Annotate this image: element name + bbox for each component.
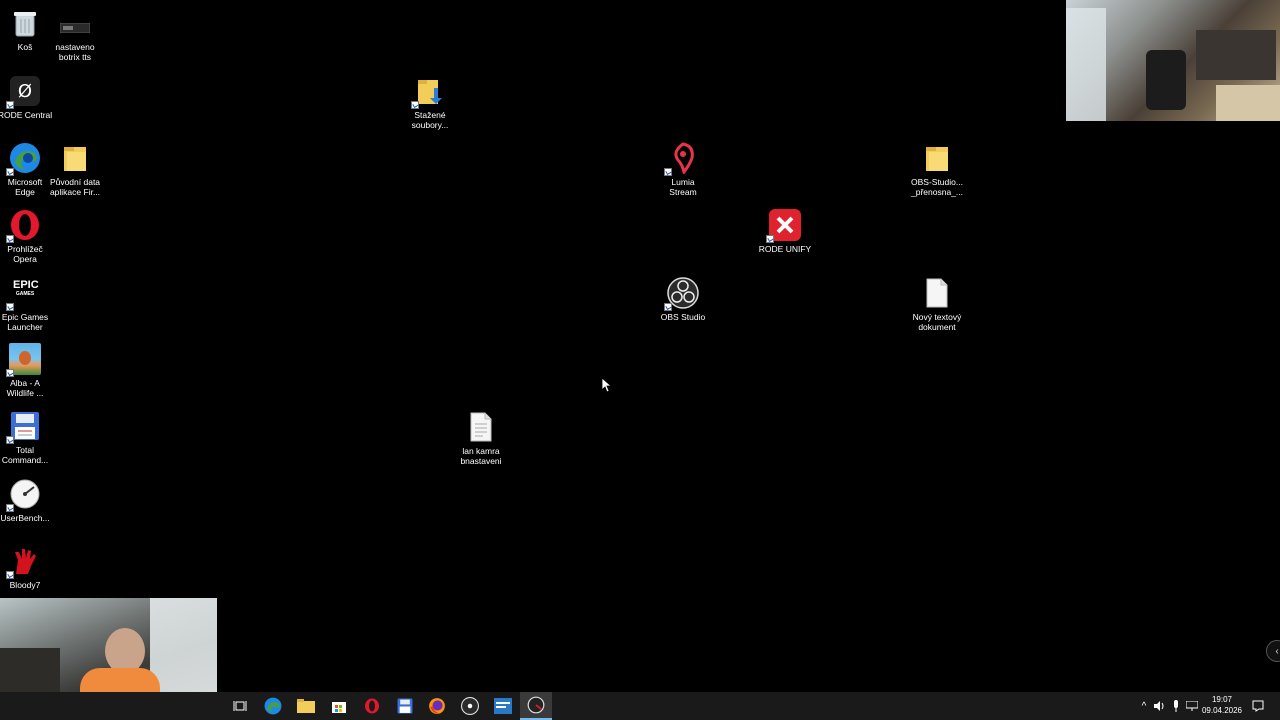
clock-time: 19:07 <box>1211 695 1233 704</box>
taskbar-obs-button[interactable] <box>454 692 486 720</box>
microphone-icon[interactable] <box>1168 692 1184 720</box>
shortcut-arrow-icon <box>6 303 14 311</box>
obs-studio-icon <box>461 697 479 715</box>
window-app-icon <box>494 698 512 714</box>
folder-icon <box>58 141 92 175</box>
downloads-icon-item[interactable]: Stažené soubory... <box>395 74 465 130</box>
notification-center-icon[interactable] <box>1250 692 1266 720</box>
obs-studio-icon-item[interactable]: OBS Studio <box>648 276 718 322</box>
lan-kamera-label: lan kamra bnastaveni <box>460 446 502 466</box>
shortcut-arrow-icon <box>6 571 14 579</box>
new-text-document-item[interactable]: Nový textový dokument <box>902 276 972 332</box>
bloody-label: Bloody7 <box>9 580 41 590</box>
edge-label: Microsoft Edge <box>7 177 43 197</box>
folder-icon <box>297 699 315 713</box>
clock-date: 09.04.2026 <box>1201 706 1243 715</box>
opera-icon <box>6 208 42 243</box>
obs-folder-label: OBS-Studio... _přenosna_... <box>911 177 963 197</box>
original-data-folder-item[interactable]: Původní data aplikace Fir... <box>40 141 110 197</box>
shortcut-arrow-icon <box>411 101 419 109</box>
shortcut-arrow-icon <box>664 303 672 311</box>
new-text-document-label: Nový textový dokument <box>912 312 962 332</box>
original-data-label: Původní data aplikace Fir... <box>49 177 101 197</box>
edge-icon <box>6 141 42 176</box>
obs-studio-icon <box>664 276 700 311</box>
lumia-stream-icon-item[interactable]: Lumia Stream <box>648 141 718 197</box>
floppy-disk-icon <box>6 409 42 444</box>
botrix-label: nastaveno botrix tts <box>55 42 95 62</box>
mouse-cursor-icon <box>601 377 613 398</box>
recycle-bin-label: Koš <box>17 42 33 52</box>
opera-icon-item[interactable]: Prohlížeč Opera <box>0 208 60 264</box>
shortcut-arrow-icon <box>6 369 14 377</box>
shortcut-arrow-icon <box>6 504 14 512</box>
alba-game-icon <box>6 342 42 377</box>
volume-icon[interactable] <box>1152 692 1168 720</box>
edge-icon <box>264 697 282 715</box>
downloads-label: Stažené soubory... <box>411 110 449 130</box>
shortcut-arrow-icon <box>6 101 14 109</box>
botrix-icon-item[interactable]: nastaveno botrix tts <box>40 16 110 62</box>
shortcut-arrow-icon <box>766 235 774 243</box>
file-icon <box>58 16 92 40</box>
taskbar-opera-button[interactable] <box>356 692 388 720</box>
rode-unify-icon-item[interactable]: RODE UNIFY <box>750 208 820 254</box>
taskbar-firefox-button[interactable] <box>421 692 453 720</box>
obs-studio-label: OBS Studio <box>660 312 706 322</box>
gauge-icon <box>6 477 42 512</box>
rode-central-icon-item[interactable]: Ø RODE Central <box>0 74 60 120</box>
shortcut-arrow-icon <box>6 235 14 243</box>
opera-icon <box>365 698 379 714</box>
shortcut-arrow-icon <box>6 436 14 444</box>
taskbar-bloody-active-button[interactable] <box>520 692 552 720</box>
lumia-stream-label: Lumia Stream <box>669 177 697 197</box>
bloody-icon-item[interactable]: Bloody7 <box>0 544 60 590</box>
gauge-icon <box>527 696 545 714</box>
rode-unify-label: RODE UNIFY <box>758 244 812 254</box>
tray-overflow-chevron-icon[interactable]: ^ <box>1136 692 1152 720</box>
collapse-chevron-icon[interactable]: ‹ <box>1266 640 1280 662</box>
userbench-label: UserBench... <box>0 513 50 523</box>
lan-kamera-item[interactable]: lan kamra bnastaveni <box>446 410 516 466</box>
rode-central-label: RODE Central <box>0 110 53 120</box>
downloads-folder-icon <box>411 74 447 109</box>
taskbar-file-explorer-button[interactable] <box>290 692 322 720</box>
shortcut-arrow-icon <box>6 168 14 176</box>
total-commander-label: Total Command... <box>1 445 49 465</box>
opera-label: Prohlížeč Opera <box>7 244 43 264</box>
folder-icon <box>920 141 954 175</box>
floppy-disk-icon <box>397 698 413 714</box>
task-view-button[interactable] <box>224 692 256 720</box>
taskbar-store-button[interactable] <box>323 692 355 720</box>
text-document-icon <box>464 410 498 444</box>
alba-label: Alba - A Wildlife ... <box>6 378 44 398</box>
lumia-stream-icon <box>664 141 700 176</box>
taskbar-total-commander-button[interactable] <box>389 692 421 720</box>
shortcut-arrow-icon <box>664 168 672 176</box>
epic-games-icon-item[interactable]: EPIC GAMES Epic Games Launcher <box>0 276 60 332</box>
epic-games-label: Epic Games Launcher <box>1 312 49 332</box>
userbench-icon-item[interactable]: UserBench... <box>0 477 60 523</box>
taskbar-clock[interactable]: 19:07 09.04.2026 <box>1198 694 1246 716</box>
text-document-icon <box>920 276 954 310</box>
rode-unify-icon <box>766 208 802 243</box>
bloody-hand-icon <box>6 544 42 579</box>
rode-central-icon: Ø <box>6 74 42 109</box>
recycle-bin-icon <box>8 6 42 40</box>
taskbar-edge-button[interactable] <box>257 692 289 720</box>
epic-games-icon: EPIC GAMES <box>6 276 42 311</box>
total-commander-icon-item[interactable]: Total Command... <box>0 409 60 465</box>
store-icon <box>332 702 346 713</box>
obs-folder-icon-item[interactable]: OBS-Studio... _přenosna_... <box>902 141 972 197</box>
task-view-icon <box>233 701 247 711</box>
taskbar-app-button[interactable] <box>487 692 519 720</box>
taskbar: ^ <box>0 692 1280 720</box>
firefox-icon <box>429 698 445 714</box>
webcam-overlay-room <box>1066 0 1280 121</box>
alba-icon-item[interactable]: Alba - A Wildlife ... <box>0 342 60 398</box>
